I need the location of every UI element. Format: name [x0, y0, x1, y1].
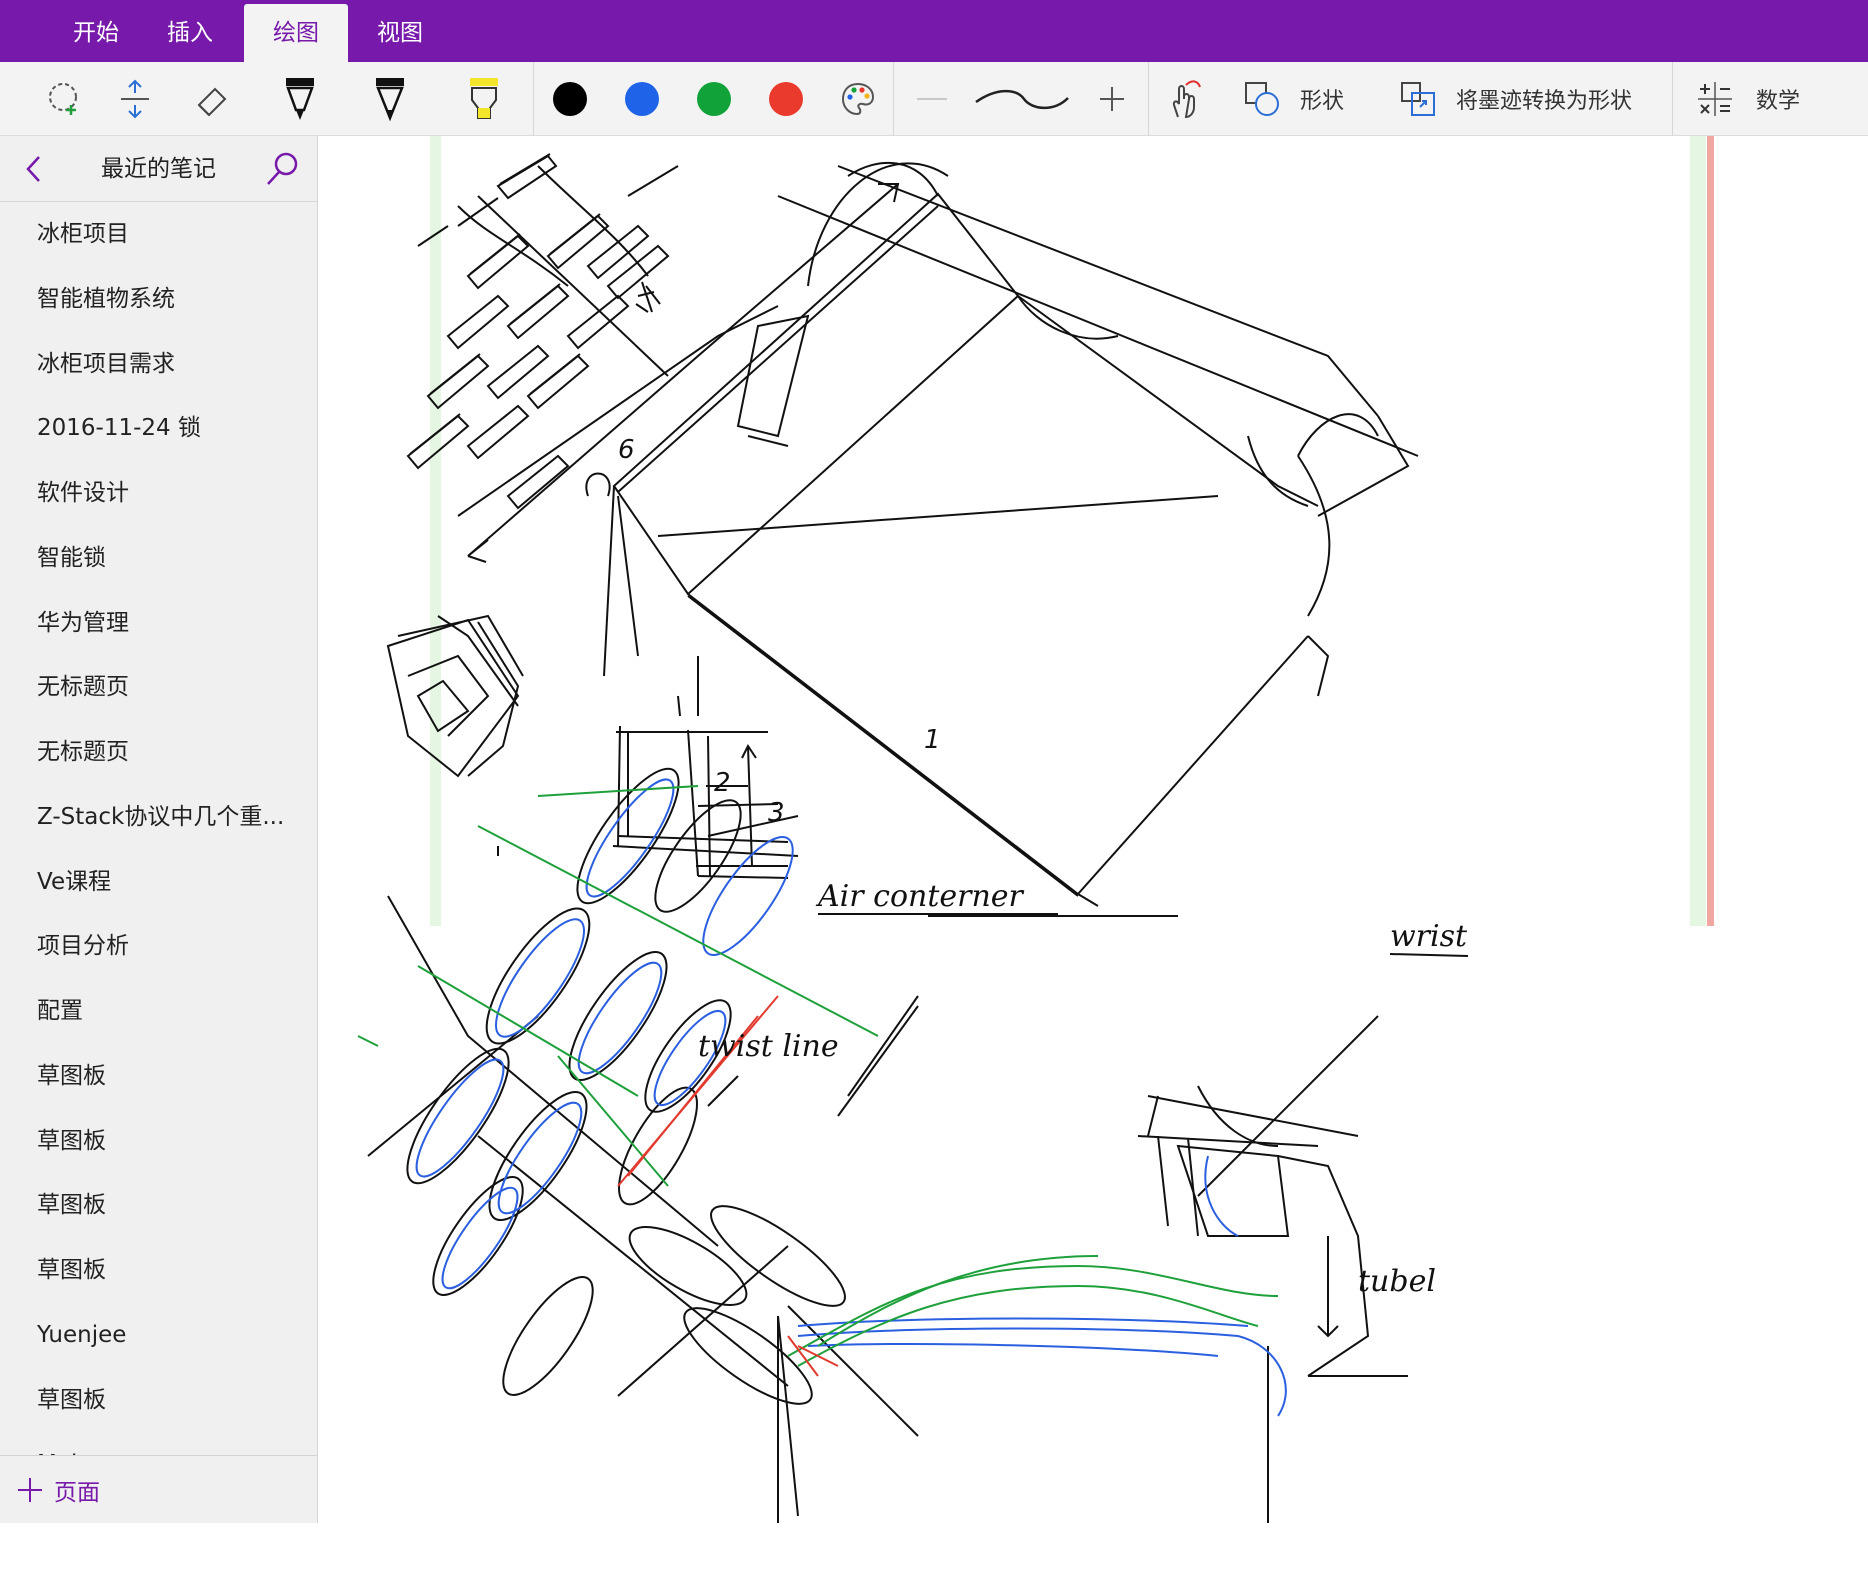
- list-item[interactable]: 智能锁: [0, 526, 317, 591]
- ink-to-shape-button[interactable]: 将墨迹转换为形状: [1398, 62, 1658, 136]
- thinner-stroke-button[interactable]: [912, 62, 952, 136]
- recent-notes-list: 冰柜项目 智能植物系统 冰柜项目需求 2016-11-24 锁 软件设计 智能锁…: [0, 202, 317, 1588]
- color-green-button[interactable]: [692, 62, 736, 136]
- pencil-icon: [376, 78, 404, 122]
- toolbar-separator: [893, 62, 894, 136]
- toolbar-separator: [1148, 62, 1149, 136]
- annotation-tubel: tubel: [1358, 1264, 1436, 1299]
- list-item[interactable]: 华为管理: [0, 591, 317, 656]
- more-colors-button[interactable]: [836, 62, 880, 136]
- recent-notes-pane: 最近的笔记 冰柜项目 智能植物系统 冰柜项目需求 2016-11-24 锁 软件…: [0, 136, 318, 1523]
- plus-icon: [18, 1478, 42, 1502]
- note-canvas[interactable]: 1 2 3 6 Air conterner twist line wrist t…: [318, 136, 1868, 1523]
- list-item[interactable]: 草图板: [0, 1109, 317, 1174]
- add-page-button[interactable]: 页面: [16, 1456, 100, 1524]
- search-icon: [267, 152, 298, 185]
- list-item[interactable]: 软件设计: [0, 461, 317, 526]
- shapes-label: 形状: [1300, 89, 1345, 114]
- stroke-preview-icon: [975, 89, 1069, 110]
- list-item[interactable]: 草图板: [0, 1044, 317, 1109]
- image-border-right: [1690, 136, 1706, 926]
- color-black-button[interactable]: [548, 62, 592, 136]
- section-sketch: [612, 656, 799, 879]
- draw-with-touch-button[interactable]: [1162, 62, 1206, 136]
- stacked-box-sketch: [386, 614, 524, 778]
- search-button[interactable]: [262, 149, 302, 189]
- list-item[interactable]: 智能植物系统: [0, 267, 317, 332]
- image-edge-red: [1707, 136, 1714, 926]
- tab-draw[interactable]: 绘图: [244, 4, 348, 62]
- list-item[interactable]: Ve课程: [0, 850, 317, 915]
- annotation-num-6: 6: [618, 435, 635, 465]
- sidebar-footer: 页面: [0, 1455, 317, 1523]
- color-swatch-green: [697, 82, 731, 116]
- color-swatch-red: [769, 82, 803, 116]
- annotation-num-2: 2: [714, 768, 731, 798]
- recent-notes-header: 最近的笔记: [0, 136, 317, 202]
- wrist-tube-sketch: [777, 1015, 1408, 1523]
- list-item[interactable]: 配置: [0, 979, 317, 1044]
- color-red-button[interactable]: [764, 62, 808, 136]
- annotation-num-3: 3: [768, 798, 785, 828]
- draw-toolbar: 形状 将墨迹转换为形状 数学: [0, 62, 1868, 136]
- annotation-wrist: wrist: [1390, 919, 1468, 954]
- ink-to-shape-icon: [1401, 82, 1435, 116]
- add-space-button[interactable]: [110, 62, 160, 136]
- ribbon-tab-bar: 开始 插入 绘图 视图: [0, 0, 1868, 62]
- add-page-label: 页面: [54, 1480, 100, 1506]
- tab-insert[interactable]: 插入: [150, 4, 230, 62]
- list-item[interactable]: Yuenjee: [0, 1303, 317, 1368]
- math-label: 数学: [1756, 89, 1801, 114]
- image-border-left: [430, 136, 441, 926]
- toolbar-separator: [533, 62, 534, 136]
- ink-to-shape-label: 将墨迹转换为形状: [1456, 89, 1633, 114]
- highlighter-button[interactable]: [456, 62, 512, 136]
- plus-icon: [1100, 87, 1124, 111]
- touch-draw-icon: [1172, 80, 1201, 119]
- list-item[interactable]: 草图板: [0, 1238, 317, 1303]
- add-space-icon: [121, 79, 149, 119]
- pen-black-button[interactable]: [272, 62, 328, 136]
- list-item[interactable]: 无标题页: [0, 655, 317, 720]
- list-item[interactable]: 无标题页: [0, 720, 317, 785]
- pen-icon: [286, 78, 314, 120]
- list-item[interactable]: 冰柜项目: [0, 202, 317, 267]
- chevron-left-icon: [26, 156, 40, 182]
- math-icon: [1698, 82, 1732, 116]
- list-item[interactable]: 2016-11-24 锁: [0, 396, 317, 461]
- ink-drawing: 1 2 3 6 Air conterner twist line wrist t…: [357, 136, 1714, 1523]
- lasso-select-button[interactable]: [40, 62, 90, 136]
- thicker-stroke-button[interactable]: [1090, 62, 1134, 136]
- color-swatch-blue: [625, 82, 659, 116]
- annotation-air-container: Air conterner: [815, 879, 1025, 914]
- list-item[interactable]: 项目分析: [0, 914, 317, 979]
- lasso-select-icon: [49, 83, 77, 115]
- highlighter-icon: [470, 78, 498, 119]
- palette-icon: [841, 82, 875, 116]
- list-item[interactable]: 草图板: [0, 1368, 317, 1433]
- eraser-button[interactable]: [186, 62, 236, 136]
- list-item[interactable]: 草图板: [0, 1173, 317, 1238]
- tab-view[interactable]: 视图: [358, 4, 442, 62]
- annotation-num-1: 1: [924, 725, 941, 755]
- list-item[interactable]: Z-Stack协议中几个重...: [0, 785, 317, 850]
- shapes-icon: [1245, 82, 1279, 116]
- annotation-twist-line: twist line: [698, 1029, 839, 1064]
- eraser-icon: [197, 87, 227, 117]
- shapes-button[interactable]: 形状: [1242, 62, 1402, 136]
- minus-icon: [917, 98, 947, 100]
- color-blue-button[interactable]: [620, 62, 664, 136]
- toolbar-separator: [1672, 62, 1673, 136]
- pencil-button[interactable]: [362, 62, 418, 136]
- list-item[interactable]: 冰柜项目需求: [0, 332, 317, 397]
- math-button[interactable]: 数学: [1696, 62, 1836, 136]
- color-swatch-black: [553, 82, 587, 116]
- tab-home[interactable]: 开始: [56, 4, 136, 62]
- back-button[interactable]: [14, 149, 54, 189]
- stroke-width-preview: [970, 62, 1074, 136]
